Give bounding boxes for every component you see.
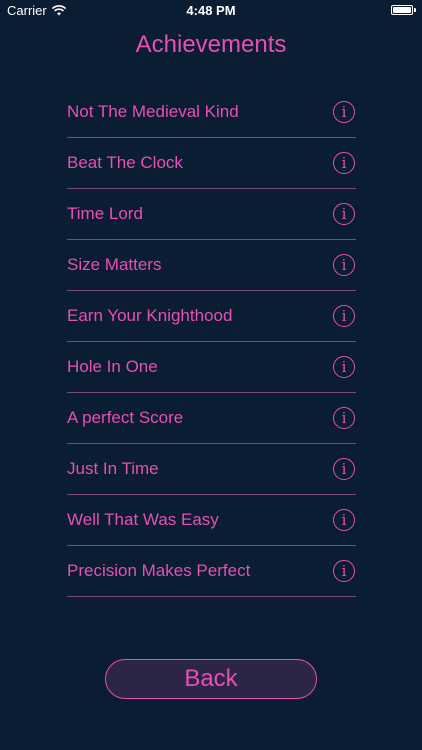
info-icon[interactable]: i — [333, 203, 355, 225]
info-icon[interactable]: i — [333, 509, 355, 531]
status-time: 4:48 PM — [186, 3, 236, 18]
info-icon[interactable]: i — [333, 152, 355, 174]
info-icon[interactable]: i — [333, 254, 355, 276]
info-icon[interactable]: i — [333, 407, 355, 429]
status-bar: Carrier 4:48 PM — [0, 0, 422, 22]
achievement-row[interactable]: Size Matters i — [67, 240, 356, 291]
achievement-label: Size Matters — [67, 255, 162, 274]
achievement-label: Hole In One — [67, 357, 158, 376]
achievement-label: Just In Time — [67, 459, 159, 478]
battery-icon — [391, 5, 416, 15]
achievement-row[interactable]: Just In Time i — [67, 444, 356, 495]
back-button[interactable]: Back — [105, 659, 317, 699]
achievement-row[interactable]: Earn Your Knighthood i — [67, 291, 356, 342]
achievement-label: A perfect Score — [67, 408, 184, 427]
achievement-row[interactable]: Hole In One i — [67, 342, 356, 393]
battery-fill — [393, 7, 411, 13]
achievement-label: Beat The Clock — [67, 153, 183, 172]
achievement-label: Time Lord — [67, 204, 143, 223]
page-title: Achievements — [135, 31, 287, 58]
info-icon[interactable]: i — [333, 560, 355, 582]
achievement-row[interactable]: Precision Makes Perfect i — [67, 546, 356, 597]
achievement-label: Not The Medieval Kind — [67, 102, 239, 121]
achievement-row[interactable]: Time Lord i — [67, 189, 356, 240]
info-icon[interactable]: i — [333, 356, 355, 378]
achievement-row[interactable]: Not The Medieval Kind i — [67, 87, 356, 138]
achievement-label: Well That Was Easy — [67, 510, 219, 529]
achievements-list: Not The Medieval Kind i Beat The Clock i… — [67, 87, 356, 597]
achievement-label: Earn Your Knighthood — [67, 306, 233, 325]
battery-tip — [414, 8, 416, 12]
info-icon[interactable]: i — [333, 458, 355, 480]
achievement-row[interactable]: Beat The Clock i — [67, 138, 356, 189]
achievement-label: Precision Makes Perfect — [67, 561, 251, 580]
achievement-row[interactable]: A perfect Score i — [67, 393, 356, 444]
achievement-row[interactable]: Well That Was Easy i — [67, 495, 356, 546]
info-icon[interactable]: i — [333, 305, 355, 327]
info-icon[interactable]: i — [333, 101, 355, 123]
